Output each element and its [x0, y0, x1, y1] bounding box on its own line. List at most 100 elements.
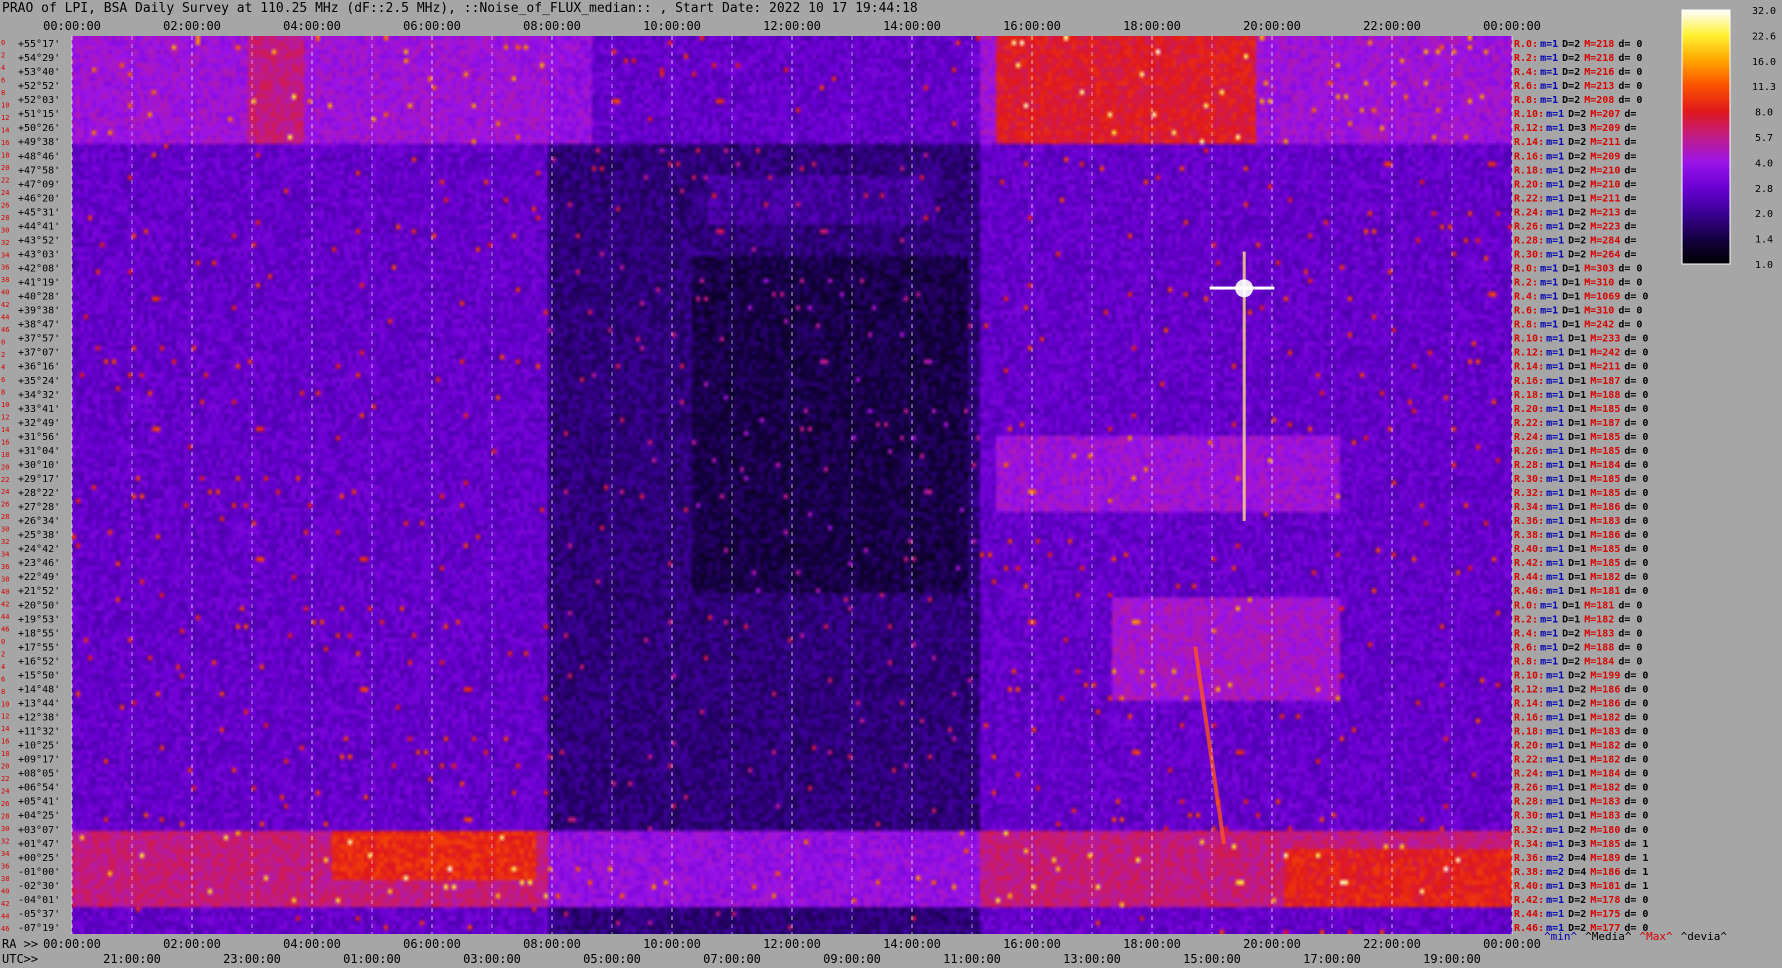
stats-devia: d= 0	[1618, 628, 1642, 639]
stats-min: m=1	[1540, 95, 1558, 106]
stats-row: R.40: m=1 D=3 M=181 d= 1	[1514, 881, 1648, 892]
stats-media: D=1	[1568, 502, 1586, 513]
stats-range: R.30:	[1514, 249, 1544, 260]
row-index-label: 40	[1, 887, 9, 895]
stats-min: m=1	[1546, 741, 1564, 752]
stats-media: D=1	[1568, 783, 1586, 794]
stats-min: m=1	[1546, 460, 1564, 471]
stats-row: R.30: m=1 D=2 M=264 d=	[1514, 249, 1636, 260]
stats-min: m=1	[1546, 895, 1564, 906]
row-index-label: 36	[1, 264, 9, 272]
stats-media: D=1	[1568, 530, 1586, 541]
stats-range: R.12:	[1514, 123, 1544, 134]
stats-row: R.32: m=1 D=2 M=180 d= 0	[1514, 825, 1648, 836]
stats-max: M=184	[1584, 656, 1614, 667]
stats-media: D=2	[1568, 670, 1586, 681]
row-index-label: 2	[1, 351, 5, 359]
stats-range: R.36:	[1514, 853, 1544, 864]
stats-media: D=1	[1568, 404, 1586, 415]
stats-devia: d= 0	[1624, 348, 1648, 359]
y-tick-label: +11°32'	[18, 727, 60, 738]
stats-max: M=223	[1590, 221, 1620, 232]
stats-range: R.28:	[1514, 460, 1544, 471]
colorbar-gradient	[1681, 9, 1731, 265]
stats-devia: d= 0	[1624, 334, 1648, 345]
stats-devia: d=	[1624, 165, 1636, 176]
stats-min: m=1	[1546, 334, 1564, 345]
stats-max: M=182	[1590, 783, 1620, 794]
stats-min: m=1	[1546, 572, 1564, 583]
row-index-label: 10	[1, 700, 9, 708]
stats-max: M=211	[1590, 193, 1620, 204]
stats-devia: d= 0	[1624, 713, 1648, 724]
y-tick-label: +30°10'	[18, 460, 60, 471]
stats-legend-item: ^Max^	[1639, 930, 1672, 943]
stats-range: R.22:	[1514, 755, 1544, 766]
x-top-tick-label: 02:00:00	[163, 19, 221, 33]
stats-media: D=1	[1568, 558, 1586, 569]
row-index-label: 6	[1, 77, 5, 85]
y-tick-label: -07°19'	[18, 923, 60, 934]
row-index-label: 6	[1, 376, 5, 384]
stats-max: M=178	[1590, 895, 1620, 906]
stats-range: R.44:	[1514, 909, 1544, 920]
y-tick-label: +39°38'	[18, 306, 60, 317]
stats-media: D=3	[1568, 839, 1586, 850]
stats-media: D=2	[1568, 684, 1586, 695]
row-index-label: 0	[1, 339, 5, 347]
y-tick-label: +05°41'	[18, 797, 60, 808]
stats-media: D=1	[1568, 572, 1586, 583]
stats-range: R.30:	[1514, 474, 1544, 485]
stats-min: m=1	[1546, 516, 1564, 527]
y-tick-label: +31°56'	[18, 432, 60, 443]
stats-row: R.0: m=1 D=1 M=181 d= 0	[1514, 600, 1642, 611]
stats-range: R.16:	[1514, 713, 1544, 724]
row-index-label: 24	[1, 488, 9, 496]
stats-row: R.22: m=1 D=1 M=211 d=	[1514, 193, 1636, 204]
stats-max: M=181	[1584, 600, 1614, 611]
ra-axis-prefix: RA >>	[2, 937, 38, 951]
stats-media: D=2	[1568, 179, 1586, 190]
stats-row: R.8: m=1 D=2 M=208 d= 0	[1514, 95, 1642, 106]
stats-min: m=1	[1546, 123, 1564, 134]
y-tick-label: +32°49'	[18, 418, 60, 429]
stats-row: R.34: m=1 D=3 M=185 d= 1	[1514, 839, 1648, 850]
stats-range: R.16:	[1514, 376, 1544, 387]
row-index-label: 4	[1, 364, 5, 372]
stats-max: M=182	[1590, 741, 1620, 752]
row-index-label: 46	[1, 925, 9, 933]
stats-range: R.6:	[1514, 81, 1538, 92]
stats-range: R.0:	[1514, 39, 1538, 50]
stats-min: m=1	[1540, 81, 1558, 92]
stats-row: R.0: m=1 D=2 M=218 d= 0	[1514, 39, 1642, 50]
stats-devia: d= 0	[1618, 306, 1642, 317]
stats-max: M=183	[1584, 628, 1614, 639]
stats-range: R.14:	[1514, 698, 1544, 709]
stats-min: m=1	[1546, 530, 1564, 541]
stats-range: R.18:	[1514, 727, 1544, 738]
stats-max: M=185	[1590, 432, 1620, 443]
stats-min: m=1	[1546, 727, 1564, 738]
stats-max: M=185	[1590, 839, 1620, 850]
stats-max: M=188	[1590, 390, 1620, 401]
y-tick-label: +19°53'	[18, 614, 60, 625]
stats-max: M=183	[1590, 516, 1620, 527]
stats-range: R.46:	[1514, 923, 1544, 934]
utc-tick-label: 11:00:00	[943, 952, 1001, 966]
stats-min: m=1	[1546, 769, 1564, 780]
stats-row: R.28: m=1 D=1 M=184 d= 0	[1514, 460, 1648, 471]
stats-devia: d= 0	[1624, 895, 1648, 906]
stats-max: M=186	[1590, 684, 1620, 695]
row-index-label: 32	[1, 239, 9, 247]
stats-max: M=182	[1590, 713, 1620, 724]
stats-min: m=1	[1546, 109, 1564, 120]
stats-range: R.22:	[1514, 193, 1544, 204]
stats-min: m=1	[1540, 320, 1558, 331]
stats-devia: d=	[1624, 235, 1636, 246]
stats-min: m=1	[1546, 193, 1564, 204]
y-tick-label: +00°25'	[18, 853, 60, 864]
stats-devia: d= 0	[1624, 811, 1648, 822]
stats-devia: d= 0	[1624, 825, 1648, 836]
row-index-label: 2	[1, 650, 5, 658]
stats-media: D=1	[1568, 811, 1586, 822]
